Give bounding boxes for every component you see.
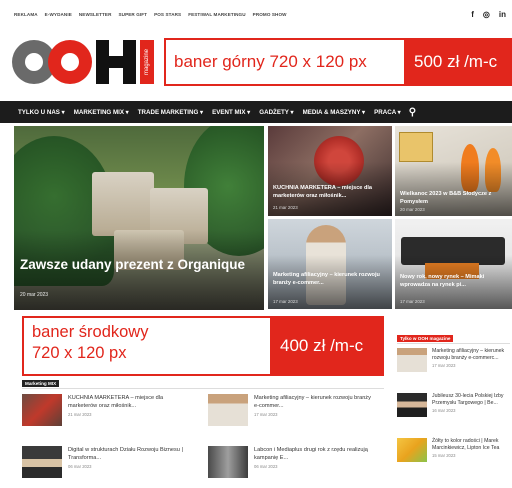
hero-title[interactable]: Zawsze udany prezent z Organique [20,256,256,273]
nav-item-trade-marketing[interactable]: TRADE MARKETING ▾ [138,109,203,116]
top-utility-bar: REKLAMA E-WYDANIE NEWSLETTER SUPER GIFT … [0,0,512,28]
article-title[interactable]: KUCHNIA MARKETERA – miejsce dla marketer… [68,394,186,410]
nav-item-marketing-mix[interactable]: MARKETING MIX ▾ [74,109,129,116]
tile-date-2: 20 mar 2023 [400,207,425,212]
top-link-e-wydanie[interactable]: E-WYDANIE [45,12,72,17]
sidebar-item-title[interactable]: Marketing afiliacyjny – kierunek rozwoju… [432,348,510,362]
article-date: 06 mar 2023 [68,464,92,469]
top-link-newsletter[interactable]: NEWSLETTER [79,12,112,17]
sidebar-item-date: 16 mar 2023 [432,408,456,414]
section-divider [22,388,384,389]
nav-item-event-mix[interactable]: EVENT MIX ▾ [212,109,250,116]
top-links: REKLAMA E-WYDANIE NEWSLETTER SUPER GIFT … [14,12,287,17]
logo-magazine-label: magazine [140,40,154,84]
article-thumbnail [208,394,248,426]
tile-date-1: 21 mar 2023 [273,205,298,210]
top-link-reklama[interactable]: REKLAMA [14,12,38,17]
sidebar-list-item[interactable]: Marketing afiliacyjny – kierunek rozwoju… [397,348,510,372]
top-link-promo-show[interactable]: PROMO SHOW [253,12,287,17]
nav-item-praca[interactable]: PRACA ▾ [374,109,401,116]
article-thumbnail [22,394,62,426]
article-thumbnail [22,446,62,478]
top-banner-price-box: 500 zł /m-c [406,38,512,86]
sidebar-list-item[interactable]: Żółty to kolor radości | Marek Marcinkie… [397,438,510,462]
article-title[interactable]: Digital w strukturach Działu Rozwoju Biz… [68,446,186,462]
social-links: f ◎ in [471,10,506,19]
sidebar-item-date: 15 mar 2023 [432,453,456,459]
tile-date-4: 17 mar 2023 [400,299,425,304]
list-item[interactable]: KUCHNIA MARKETERA – miejsce dla marketer… [22,394,186,426]
sidebar-item-title[interactable]: Jubileusz 30-lecia Polskiej Izby Przemys… [432,393,510,407]
tile-title-2[interactable]: Wielkanoc 2023 w B&B Słodycze z Pomysłem [400,190,509,206]
article-date: 21 mar 2023 [68,412,92,417]
sidebar-thumbnail [397,438,427,462]
article-date: 17 mar 2023 [254,412,278,417]
site-logo[interactable]: magazine [12,40,158,84]
tile-date-3: 17 mar 2023 [273,299,298,304]
nav-items: TYLKO U NAS ▾ MARKETING MIX ▾ TRADE MARK… [18,109,401,116]
article-title[interactable]: Labcon i Mediaplus drugi rok z rzędu rea… [254,446,372,462]
top-link-pos-stars[interactable]: POS STARS [154,12,181,17]
middle-banner-line-2: 720 x 120 px [32,344,127,362]
hero-date: 20 mar 2023 [20,292,49,298]
instagram-icon[interactable]: ◎ [483,10,490,19]
logo-letter-h [96,40,136,84]
sidebar-item-date: 17 mar 2023 [432,363,456,369]
top-banner-price: 500 zł /m-c [414,52,498,71]
top-banner-label: baner górny 720 x 120 px [174,52,367,71]
article-title[interactable]: Marketing afiliacyjny – kierunek rozwoju… [254,394,372,410]
tile-article-1[interactable]: KUCHNIA MARKETERA – miejsce dla marketer… [268,126,392,216]
nav-item-gadzety[interactable]: GADŻETY ▾ [259,109,293,116]
search-icon[interactable]: ⚲ [409,107,416,118]
section-divider [397,343,510,344]
list-item[interactable]: Digital w strukturach Działu Rozwoju Biz… [22,446,186,478]
sidebar-thumbnail [397,393,427,417]
sidebar-thumbnail [397,348,427,372]
article-date: 06 mar 2023 [254,464,278,469]
nav-item-tylko-u-nas[interactable]: TYLKO U NAS ▾ [18,109,65,116]
nav-item-media-maszyny[interactable]: MEDIA & MASZYNY ▾ [303,109,366,116]
top-banner-placeholder[interactable]: baner górny 720 x 120 px [164,38,406,86]
sidebar-item-title[interactable]: Żółty to kolor radości | Marek Marcinkie… [432,438,510,452]
tile-article-2[interactable]: Wielkanoc 2023 w B&B Słodycze z Pomysłem… [395,126,512,216]
facebook-icon[interactable]: f [471,10,474,19]
tile-article-4[interactable]: Nowy rok, nowy rynek – Mimaki wprowadza … [395,219,512,309]
main-nav: TYLKO U NAS ▾ MARKETING MIX ▾ TRADE MARK… [0,101,512,123]
middle-banner-line-1: baner środkowy [32,323,149,341]
middle-banner-price: 400 zł /m-c [280,336,364,355]
tile-article-3[interactable]: Marketing afiliacyjny – kierunek rozwoju… [268,219,392,309]
list-item[interactable]: Labcon i Mediaplus drugi rok z rzędu rea… [208,446,372,478]
tile-image-2 [399,132,433,162]
hero-product-jar [92,172,154,236]
list-item[interactable]: Marketing afiliacyjny – kierunek rozwoju… [208,394,372,426]
tile-title-1[interactable]: KUCHNIA MARKETERA – miejsce dla marketer… [273,184,389,200]
sidebar-list-item[interactable]: Jubileusz 30-lecia Polskiej Izby Przemys… [397,393,510,417]
article-thumbnail [208,446,248,478]
top-link-super-gift[interactable]: SUPER GIFT [119,12,148,17]
hero-article[interactable]: Zawsze udany prezent z Organique 20 mar … [14,126,264,310]
linkedin-icon[interactable]: in [499,10,506,19]
tile-title-4[interactable]: Nowy rok, nowy rynek – Mimaki wprowadza … [400,273,509,289]
logo-letter-o-red [48,40,92,84]
tile-title-3[interactable]: Marketing afiliacyjny – kierunek rozwoju… [273,271,389,287]
middle-banner-price-box: 400 zł /m-c [272,316,384,376]
section-label-only-at-ooh[interactable]: Tylko w OOH magazine [397,335,454,342]
section-label-marketing-mix[interactable]: Marketing MIX [22,380,60,387]
top-link-festiwal[interactable]: FESTIWAL MARKETINGU [188,12,245,17]
middle-banner-placeholder[interactable]: baner środkowy 720 x 120 px [22,316,272,376]
